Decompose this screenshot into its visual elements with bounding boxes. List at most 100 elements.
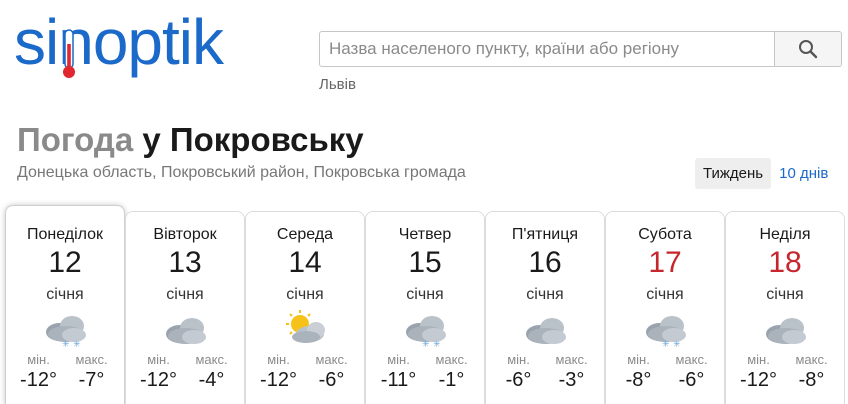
day-name: Четвер	[398, 226, 452, 243]
max-temp: макс. -1°	[427, 352, 477, 392]
day-card[interactable]: Субота 17 січня ✳ ✳ мін. -8° макс. -6°	[605, 211, 725, 404]
temperature-row: мін. -11° макс. -1°	[366, 352, 484, 392]
page-title: Погода у Покровську	[17, 120, 364, 160]
min-value: -8°	[625, 369, 652, 391]
day-date: 16	[528, 246, 562, 279]
day-date: 17	[648, 246, 682, 279]
min-label: мін.	[387, 352, 410, 367]
day-name: П'ятниця	[511, 226, 579, 243]
day-card[interactable]: Вівторок 13 січня мін. -12° макс. -4°	[125, 211, 245, 404]
day-date: 13	[168, 246, 202, 279]
min-value: -12°	[260, 369, 297, 391]
min-value: -12°	[20, 369, 57, 391]
day-month: січня	[46, 286, 84, 303]
region-breadcrumb: Донецька область, Покровський район, Пок…	[17, 164, 466, 181]
temperature-row: мін. -12° макс. -7°	[6, 352, 124, 392]
max-temp: макс. -6°	[667, 352, 717, 392]
min-label: мін.	[267, 352, 290, 367]
partly-cloudy-icon	[286, 310, 325, 343]
overcast-icon	[526, 318, 566, 344]
max-label: макс.	[435, 352, 468, 367]
max-temp: макс. -6°	[307, 352, 357, 392]
min-temp: мін. -12°	[134, 352, 184, 392]
tab-10-days[interactable]: 10 днів	[771, 158, 834, 189]
max-value: -7°	[78, 369, 105, 391]
temperature-row: мін. -6° макс. -3°	[486, 352, 604, 392]
min-temp: мін. -8°	[614, 352, 664, 392]
max-label: макс.	[75, 352, 108, 367]
max-value: -3°	[558, 369, 585, 391]
day-card[interactable]: Неділя 18 січня мін. -12° макс. -8°	[725, 211, 845, 404]
min-value: -12°	[740, 369, 777, 391]
min-label: мін.	[747, 352, 770, 367]
day-month: січня	[406, 286, 444, 303]
overcast-icon	[166, 318, 206, 344]
search-button[interactable]	[774, 32, 841, 66]
max-temp: макс. -8°	[787, 352, 837, 392]
day-date: 15	[408, 246, 442, 279]
period-tabs: Тиждень 10 днів	[695, 158, 834, 189]
recent-search-link[interactable]: Львів	[319, 76, 356, 93]
min-value: -12°	[140, 369, 177, 391]
min-label: мін.	[147, 352, 170, 367]
min-label: мін.	[627, 352, 650, 367]
svg-text:✳: ✳	[62, 340, 70, 348]
title-prefix: Погода	[17, 121, 134, 158]
max-value: -6°	[678, 369, 705, 391]
title-location: у Покровську	[142, 121, 364, 158]
search-box	[319, 31, 842, 67]
temperature-row: мін. -12° макс. -4°	[126, 352, 244, 392]
tab-week[interactable]: Тиждень	[695, 158, 772, 189]
day-card[interactable]: Четвер 15 січня ✳ ✳ мін. -11° макс. -1°	[365, 211, 485, 404]
day-card[interactable]: Понеділок 12 січня ✳ ✳ мін. -12° макс. -7°	[5, 205, 125, 404]
min-temp: мін. -6°	[494, 352, 544, 392]
max-label: макс.	[555, 352, 588, 367]
max-temp: макс. -7°	[67, 352, 117, 392]
min-value: -11°	[380, 369, 417, 391]
days-forecast: Понеділок 12 січня ✳ ✳ мін. -12° макс. -7° Вівтор…	[5, 205, 846, 404]
min-label: мін.	[507, 352, 530, 367]
max-temp: макс. -3°	[547, 352, 597, 392]
day-name: Вівторок	[153, 226, 217, 243]
max-label: макс.	[315, 352, 348, 367]
max-label: макс.	[795, 352, 828, 367]
svg-text:✳: ✳	[662, 340, 670, 348]
day-card[interactable]: П'ятниця 16 січня мін. -6° макс. -3°	[485, 211, 605, 404]
search-input[interactable]	[320, 32, 774, 66]
day-name: Середа	[276, 226, 334, 243]
logo-text: sinoptik	[14, 6, 224, 78]
temperature-row: мін. -12° макс. -6°	[246, 352, 364, 392]
day-date: 14	[288, 246, 322, 279]
max-value: -6°	[318, 369, 345, 391]
overcast-icon	[766, 318, 806, 344]
day-month: січня	[526, 286, 564, 303]
day-month: січня	[766, 286, 804, 303]
day-name: Субота	[638, 226, 692, 243]
min-temp: мін. -11°	[374, 352, 424, 392]
min-label: мін.	[27, 352, 50, 367]
sinoptik-logo[interactable]: sinoptik	[14, 6, 294, 78]
max-label: макс.	[195, 352, 228, 367]
svg-text:✳: ✳	[673, 340, 681, 348]
max-temp: макс. -4°	[187, 352, 237, 392]
max-value: -8°	[798, 369, 825, 391]
day-date: 12	[48, 246, 82, 279]
min-temp: мін. -12°	[734, 352, 784, 392]
max-value: -4°	[198, 369, 225, 391]
min-temp: мін. -12°	[14, 352, 64, 392]
day-card[interactable]: Середа 14 січня мін. -12° макс. -6°	[245, 211, 365, 404]
temperature-row: мін. -12° макс. -8°	[726, 352, 844, 392]
svg-text:✳: ✳	[433, 340, 441, 348]
svg-text:✳: ✳	[73, 340, 81, 348]
day-name: Неділя	[759, 226, 811, 243]
min-value: -6°	[505, 369, 532, 391]
day-month: січня	[166, 286, 204, 303]
day-month: січня	[646, 286, 684, 303]
day-date: 18	[768, 246, 802, 279]
day-name: Понеділок	[26, 226, 104, 243]
temperature-row: мін. -8° макс. -6°	[606, 352, 724, 392]
search-icon	[799, 40, 818, 59]
cloudy-snow-icon: ✳ ✳	[646, 316, 686, 348]
day-month: січня	[286, 286, 324, 303]
min-temp: мін. -12°	[254, 352, 304, 392]
